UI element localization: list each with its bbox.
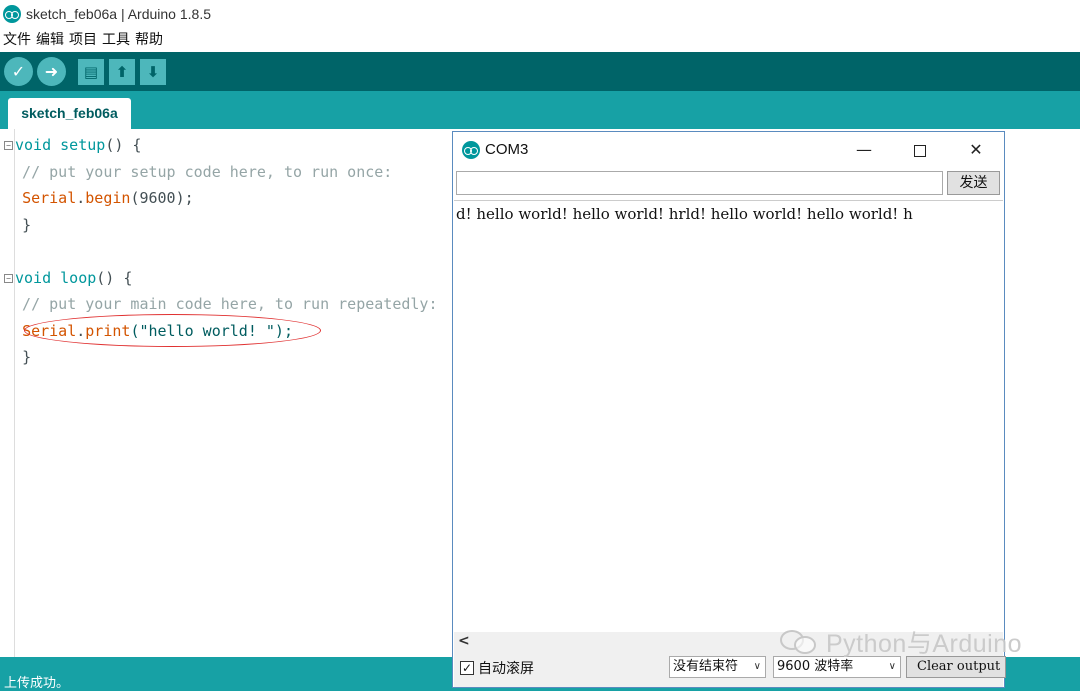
close-icon: ✕	[969, 140, 983, 159]
code-token: void	[15, 268, 52, 287]
check-icon: ✓	[11, 62, 26, 81]
code-token: begin	[85, 189, 131, 207]
arrow-up-icon: ⬆	[115, 62, 129, 81]
line-ending-value: 没有结束符	[673, 659, 739, 674]
autoscroll-toggle[interactable]: ✓ 自动滚屏	[460, 658, 534, 678]
code-token: () {	[105, 136, 142, 154]
minimize-button[interactable]: —	[841, 132, 887, 167]
arrow-down-icon: ⬇	[146, 62, 160, 81]
autoscroll-checkbox[interactable]: ✓	[460, 661, 474, 675]
document-icon: ▤	[83, 62, 99, 81]
serial-output-text: d! hello world! hello world! hrld! hello…	[456, 205, 913, 223]
chevron-down-icon: ∨	[753, 661, 761, 672]
tab-sketch[interactable]: sketch_feb06a	[8, 98, 131, 129]
code-token: }	[22, 215, 32, 234]
monitor-title: COM3	[485, 141, 529, 158]
code-line: Serial.begin(9600);	[4, 185, 437, 212]
serial-input[interactable]	[456, 171, 943, 195]
code-token: void	[15, 136, 52, 154]
menu-help[interactable]: 帮助	[135, 29, 163, 49]
code-line: }	[4, 212, 437, 239]
highlight-ellipse	[24, 314, 321, 347]
menu-edit[interactable]: 编辑	[36, 29, 64, 49]
maximize-button[interactable]	[897, 132, 943, 167]
chevron-left-icon[interactable]: <	[458, 632, 470, 650]
arduino-logo-icon	[462, 140, 480, 159]
code-line: − void setup() {	[4, 132, 437, 159]
menu-tools[interactable]: 工具	[102, 29, 130, 49]
toolbar: ✓ ➜ ▤ ⬆ ⬇	[0, 52, 1080, 91]
window-title: sketch_feb06a | Arduino 1.8.5	[26, 6, 211, 22]
autoscroll-label: 自动滚屏	[478, 661, 534, 677]
fold-icon[interactable]: −	[4, 273, 13, 283]
verify-button[interactable]: ✓	[4, 57, 33, 86]
baud-rate-value: 9600 波特率	[777, 659, 854, 674]
arrow-right-icon: ➜	[44, 62, 59, 81]
arduino-logo-icon	[3, 5, 21, 23]
watermark-text: Python与Arduino	[826, 630, 1023, 658]
minimize-icon: —	[856, 140, 872, 159]
watermark: Python与Arduino	[780, 624, 1022, 660]
code-token: (9600);	[130, 189, 194, 207]
fold-icon[interactable]: −	[4, 141, 13, 150]
new-button[interactable]: ▤	[78, 58, 104, 85]
maximize-icon	[914, 144, 926, 157]
code-line: // put your main code here, to run repea…	[4, 295, 438, 313]
menu-file[interactable]: 文件	[3, 29, 31, 49]
code-token: .	[76, 189, 86, 207]
status-message: 上传成功。	[4, 676, 70, 691]
open-button[interactable]: ⬆	[109, 58, 135, 85]
code-token: loop	[51, 268, 97, 287]
save-button[interactable]: ⬇	[140, 58, 166, 85]
code-token: () {	[96, 268, 133, 287]
code-token: }	[22, 348, 32, 366]
close-button[interactable]: ✕	[953, 132, 999, 167]
menu-bar: 文件 编辑 项目 工具 帮助	[0, 28, 1080, 50]
code-line: // put your setup code here, to run once…	[4, 162, 393, 181]
tab-bar: sketch_feb06a	[0, 91, 1080, 129]
serial-output[interactable]: d! hello world! hello world! hrld! hello…	[454, 200, 1003, 632]
serial-monitor-window: COM3 — ✕ 发送 d! hello world! hello world!…	[452, 131, 1006, 688]
upload-button[interactable]: ➜	[37, 57, 66, 86]
send-button[interactable]: 发送	[947, 171, 1000, 195]
wechat-icon	[780, 628, 820, 656]
code-token: Serial	[22, 189, 77, 207]
code-line: − void loop() {	[4, 265, 437, 292]
code-line: }	[4, 344, 437, 371]
chevron-down-icon: ∨	[888, 661, 896, 672]
code-token: setup	[51, 136, 106, 154]
title-bar: sketch_feb06a | Arduino 1.8.5	[0, 0, 1080, 28]
line-ending-select[interactable]: 没有结束符 ∨	[669, 656, 766, 678]
menu-sketch[interactable]: 项目	[69, 29, 97, 49]
